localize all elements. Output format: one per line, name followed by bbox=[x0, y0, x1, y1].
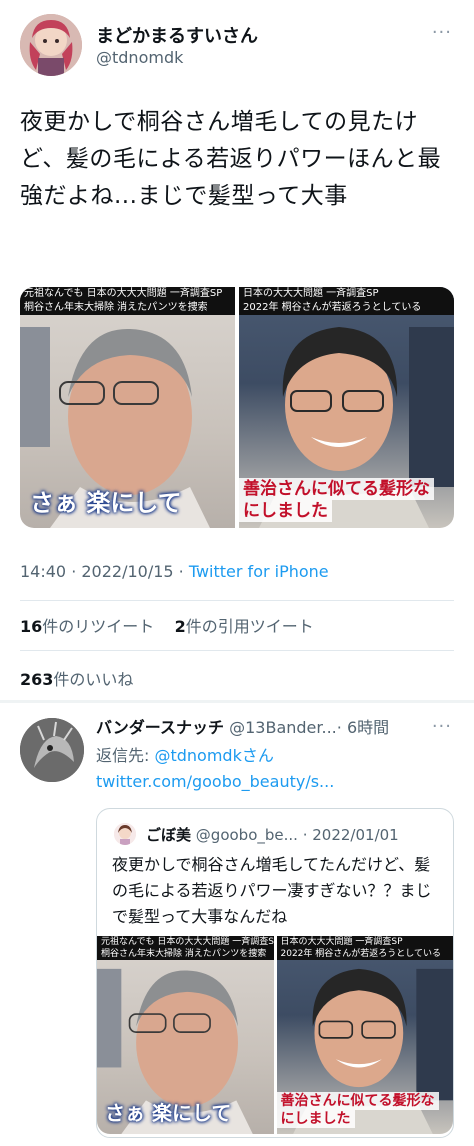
anime-avatar-image bbox=[20, 14, 82, 76]
quote-media-image-left[interactable]: 元祖なんでも 日本の大大大問題 一斉調査SP 桐谷さん年末大掃除 消えたパンツを… bbox=[97, 936, 274, 1134]
tweet-text: 夜更かしで桐谷さん増毛しての見たけど、髪の毛による若返りパワーほんと最強だよね.… bbox=[20, 109, 442, 209]
tv-banner: 日本の大大大問題 一斉調査SP 2022年 桐谷さんが若返ろうとしている bbox=[276, 936, 453, 960]
reply-author-avatar[interactable] bbox=[20, 718, 84, 782]
reply-handle[interactable]: @13Bander... bbox=[229, 718, 337, 737]
section-separator bbox=[0, 700, 474, 703]
tweet-source-link[interactable]: Twitter for iPhone bbox=[189, 562, 329, 581]
divider bbox=[20, 600, 454, 601]
reply-to-handle[interactable]: @tdnomdk bbox=[154, 746, 241, 765]
retweets-stat[interactable]: 16件のリツイート bbox=[20, 617, 154, 636]
timestamp-text[interactable]: 14:40 · 2022/10/15 · bbox=[20, 562, 189, 581]
tweet-media[interactable]: 元祖なんでも 日本の大大大問題 一斉調査SP 桐谷さん年末大掃除 消えたパンツを… bbox=[20, 287, 454, 528]
subtitle-caption: 善治さんに似てる髪形な にしました bbox=[276, 1092, 439, 1128]
author-display-name[interactable]: まどかまるすいさん bbox=[96, 22, 258, 48]
subtitle-caption: さぁ 楽にして bbox=[30, 488, 182, 517]
quote-text: 夜更かしで桐谷さん増毛してたんだけど、髪の毛による若返りパワー凄すぎない？？まじ… bbox=[112, 855, 432, 926]
quote-media[interactable]: 元祖なんでも 日本の大大大問題 一斉調査SP 桐谷さん年末大掃除 消えたパンツを… bbox=[97, 936, 453, 1134]
reply-to-line: 返信先: @tdnomdkさん bbox=[96, 746, 274, 765]
divider bbox=[20, 650, 454, 651]
quote-tweets-stat[interactable]: 2件の引用ツイート bbox=[175, 617, 314, 636]
author-avatar[interactable] bbox=[20, 14, 82, 76]
subtitle-caption: 善治さんに似てる髪形な にしました bbox=[239, 478, 434, 522]
engagement-stats: 16件のリツイート 2件の引用ツイート bbox=[20, 613, 314, 637]
quote-handle: @goobo_be... bbox=[195, 826, 298, 844]
quote-time: · 2022/01/01 bbox=[302, 826, 399, 844]
reply-url-link[interactable]: twitter.com/goobo_beauty/s... bbox=[96, 772, 334, 791]
quote-media-image-right[interactable]: 日本の大大大問題 一斉調査SP 2022年 桐谷さんが若返ろうとしている 善治さ… bbox=[276, 936, 453, 1134]
creature-avatar-image bbox=[20, 718, 84, 782]
quote-author-line: ごぼ美 @goobo_be... · 2022/01/01 bbox=[146, 824, 399, 845]
tv-banner: 日本の大大大問題 一斉調査SP 2022年 桐谷さんが若返ろうとしている bbox=[239, 287, 454, 315]
media-image-right[interactable]: 日本の大大大問題 一斉調査SP 2022年 桐谷さんが若返ろうとしている 善治さ… bbox=[239, 287, 454, 528]
more-dots-icon[interactable]: ··· bbox=[432, 716, 452, 737]
tv-banner: 元祖なんでも 日本の大大大問題 一斉調査SP 桐谷さん年末大掃除 消えたパンツを… bbox=[97, 936, 274, 960]
tv-banner: 元祖なんでも 日本の大大大問題 一斉調査SP 桐谷さん年末大掃除 消えたパンツを… bbox=[20, 287, 235, 315]
girl-avatar-image bbox=[114, 823, 136, 845]
reply-time[interactable]: · 6時間 bbox=[337, 718, 389, 737]
author-handle[interactable]: @tdnomdk bbox=[96, 48, 183, 67]
tweet-timestamp: 14:40 · 2022/10/15 · Twitter for iPhone bbox=[20, 562, 329, 581]
subtitle-caption: さぁ 楽にして bbox=[105, 1101, 232, 1125]
likes-stat[interactable]: 263件のいいね bbox=[20, 666, 133, 690]
quote-display-name: ごぼ美 bbox=[146, 826, 192, 844]
reply-author-line: バンダースナッチ @13Bander...· 6時間 bbox=[96, 714, 389, 738]
quote-author-avatar bbox=[114, 823, 136, 845]
media-image-left[interactable]: 元祖なんでも 日本の大大大問題 一斉調査SP 桐谷さん年末大掃除 消えたパンツを… bbox=[20, 287, 235, 528]
more-dots-icon[interactable]: ··· bbox=[432, 22, 452, 43]
reply-display-name[interactable]: バンダースナッチ bbox=[96, 718, 224, 737]
